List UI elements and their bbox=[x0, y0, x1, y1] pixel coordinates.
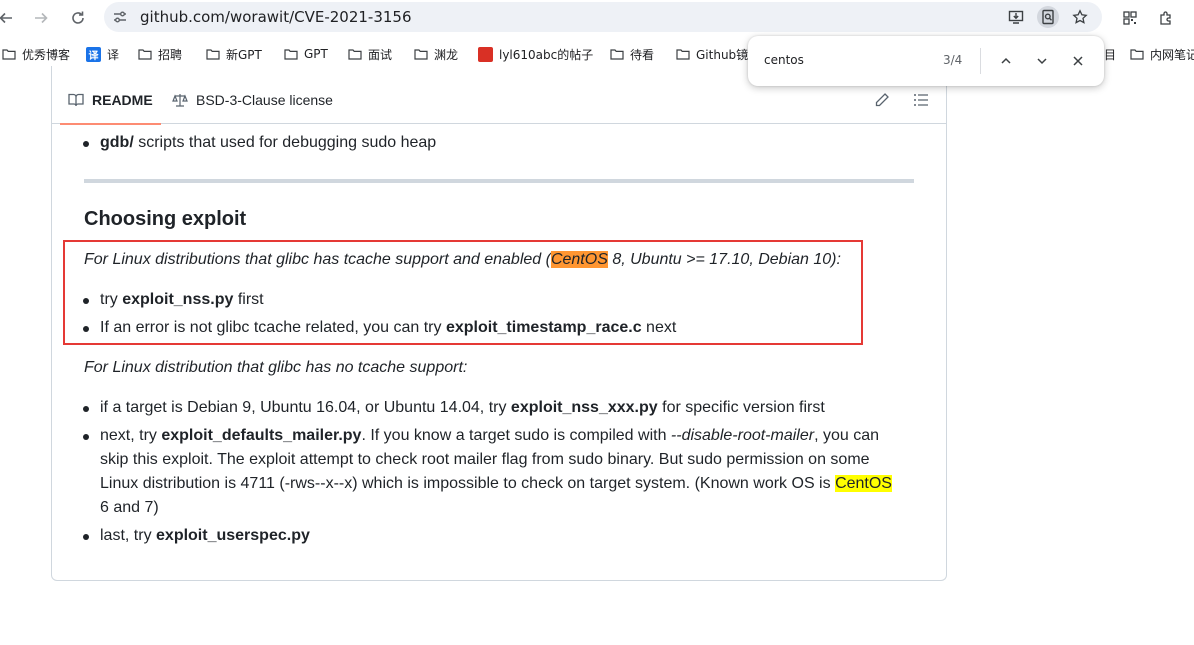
site-info-icon[interactable] bbox=[112, 9, 128, 25]
bookmark-translate[interactable]: 译 译 bbox=[86, 45, 119, 63]
folder-icon bbox=[284, 47, 298, 61]
qr-code-icon bbox=[1123, 11, 1137, 25]
find-next-button[interactable] bbox=[1030, 49, 1054, 73]
arrow-right-icon bbox=[35, 12, 48, 24]
bookmark-label: 待看 bbox=[630, 47, 655, 62]
site-icon bbox=[478, 46, 493, 62]
forward-button[interactable] bbox=[29, 6, 53, 30]
bookmark-label: 译 bbox=[107, 47, 120, 62]
translate-icon: 译 bbox=[86, 46, 101, 62]
folder-icon bbox=[1130, 47, 1144, 61]
find-input[interactable]: centos bbox=[764, 53, 804, 67]
tab-license[interactable]: BSD-3-Clause license bbox=[172, 76, 333, 124]
bookmark-folder-zhaopin[interactable]: 招聘 bbox=[138, 45, 182, 63]
edit-file-button[interactable] bbox=[872, 90, 892, 110]
section-divider bbox=[84, 179, 914, 183]
bookmark-star-button[interactable] bbox=[1069, 6, 1091, 28]
code-name: gdb/ bbox=[100, 134, 134, 151]
bookmark-folder-mianshi[interactable]: 面试 bbox=[348, 45, 392, 63]
bookmark-label: 优秀博客 bbox=[22, 47, 71, 62]
folder-icon bbox=[138, 47, 152, 61]
star-icon bbox=[1072, 9, 1088, 24]
pencil-icon bbox=[875, 93, 889, 107]
list-item-text: last, try bbox=[100, 527, 157, 544]
list-item-text: for specific version first bbox=[657, 399, 825, 416]
back-button[interactable] bbox=[0, 6, 18, 30]
code-name: exploit_defaults_mailer.py bbox=[161, 427, 362, 444]
address-bar[interactable]: github.com/worawit/CVE-2021-3156 bbox=[104, 2, 1102, 32]
section-heading: Choosing exploit bbox=[84, 208, 247, 230]
tab-license-label: BSD-3-Clause license bbox=[196, 92, 333, 108]
list-item-text: next, try bbox=[100, 427, 162, 444]
extensions-button[interactable] bbox=[1154, 6, 1178, 30]
install-app-button[interactable] bbox=[1005, 6, 1027, 28]
qr-code-button[interactable] bbox=[1118, 6, 1142, 30]
browser-toolbar: github.com/worawit/CVE-2021-3156 bbox=[0, 0, 1194, 36]
annotation-highlight-box bbox=[63, 240, 863, 345]
list-icon bbox=[914, 94, 928, 106]
folder-icon bbox=[676, 47, 690, 61]
close-icon bbox=[1073, 56, 1083, 66]
chevron-down-icon bbox=[1037, 58, 1047, 65]
find-icon bbox=[1042, 9, 1054, 25]
bookmark-label: 招聘 bbox=[158, 47, 183, 62]
reload-button[interactable] bbox=[66, 6, 90, 30]
bookmark-folder-neiwang[interactable]: 内网笔记 bbox=[1130, 45, 1194, 63]
find-previous-button[interactable] bbox=[994, 49, 1018, 73]
bookmark-partial[interactable]: 目 bbox=[1104, 45, 1116, 63]
bookmark-folder-youxiu[interactable]: 优秀博客 bbox=[2, 45, 70, 63]
list-item: if a target is Debian 9, Ubuntu 16.04, o… bbox=[68, 396, 904, 420]
list-item-text: scripts that used for debugging sudo hea… bbox=[133, 134, 437, 151]
folder-icon bbox=[414, 47, 428, 61]
url-text[interactable]: github.com/worawit/CVE-2021-3156 bbox=[140, 8, 412, 26]
folder-icon bbox=[206, 47, 220, 61]
tab-readme[interactable]: README bbox=[60, 76, 161, 125]
folder-icon bbox=[2, 47, 16, 61]
bookmark-lyl610abc[interactable]: lyl610abc的帖子 bbox=[478, 45, 593, 63]
find-in-page-button[interactable] bbox=[1037, 6, 1059, 28]
list-item-text: . If you know a target sudo is compiled … bbox=[361, 427, 671, 444]
bookmark-label: 内网笔记 bbox=[1150, 47, 1194, 62]
outline-button[interactable] bbox=[911, 90, 931, 110]
puzzle-icon bbox=[1160, 11, 1171, 25]
bookmark-label: lyl610abc的帖子 bbox=[499, 47, 594, 62]
bookmark-folder-yuanlong[interactable]: 渊龙 bbox=[414, 45, 458, 63]
list-item-text: 6 and 7) bbox=[100, 499, 159, 516]
bookmark-folder-gpt[interactable]: GPT bbox=[284, 45, 328, 63]
install-icon bbox=[1008, 10, 1024, 24]
chevron-up-icon bbox=[1001, 57, 1011, 64]
code-name: exploit_nss_xxx.py bbox=[510, 399, 658, 416]
list-item-text: if a target is Debian 9, Ubuntu 16.04, o… bbox=[100, 399, 511, 416]
find-close-button[interactable] bbox=[1066, 49, 1090, 73]
code-name: exploit_userspec.py bbox=[156, 527, 310, 544]
intro-no-tcache: For Linux distribution that glibc has no… bbox=[84, 356, 914, 380]
find-bar: centos 3/4 bbox=[748, 36, 1104, 86]
no-tcache-list: if a target is Debian 9, Ubuntu 16.04, o… bbox=[83, 396, 904, 548]
bookmark-folder-github[interactable]: Github镜 bbox=[676, 45, 748, 63]
reload-icon bbox=[72, 11, 84, 24]
find-match-count: 3/4 bbox=[943, 53, 963, 67]
bookmark-label: Github镜 bbox=[696, 47, 749, 62]
option-flag: --disable-root-mailer bbox=[670, 427, 815, 444]
folder-icon bbox=[610, 47, 624, 61]
list-item: gdb/ scripts that used for debugging sud… bbox=[68, 131, 914, 155]
list-item: next, try exploit_defaults_mailer.py. If… bbox=[68, 424, 904, 520]
bookmark-label: 面试 bbox=[368, 47, 393, 62]
bookmark-label: 新GPT bbox=[226, 47, 262, 62]
book-icon bbox=[68, 93, 84, 107]
bookmark-label: GPT bbox=[304, 47, 328, 61]
tab-readme-label: README bbox=[92, 92, 153, 108]
law-scale-icon bbox=[172, 94, 188, 107]
folder-icon bbox=[348, 47, 362, 61]
bookmark-folder-daikan[interactable]: 待看 bbox=[610, 45, 654, 63]
bookmark-folder-newgpt[interactable]: 新GPT bbox=[206, 45, 262, 63]
list-item-gdb: gdb/ scripts that used for debugging sud… bbox=[83, 131, 914, 155]
find-divider bbox=[980, 48, 981, 74]
intro-text: For Linux distribution that glibc has no… bbox=[84, 359, 468, 376]
bookmark-label: 目 bbox=[1104, 47, 1117, 62]
bookmark-label: 渊龙 bbox=[434, 47, 459, 62]
list-item: last, try exploit_userspec.py bbox=[68, 524, 904, 548]
find-match: CentOS bbox=[835, 475, 892, 492]
arrow-left-icon bbox=[0, 12, 12, 24]
